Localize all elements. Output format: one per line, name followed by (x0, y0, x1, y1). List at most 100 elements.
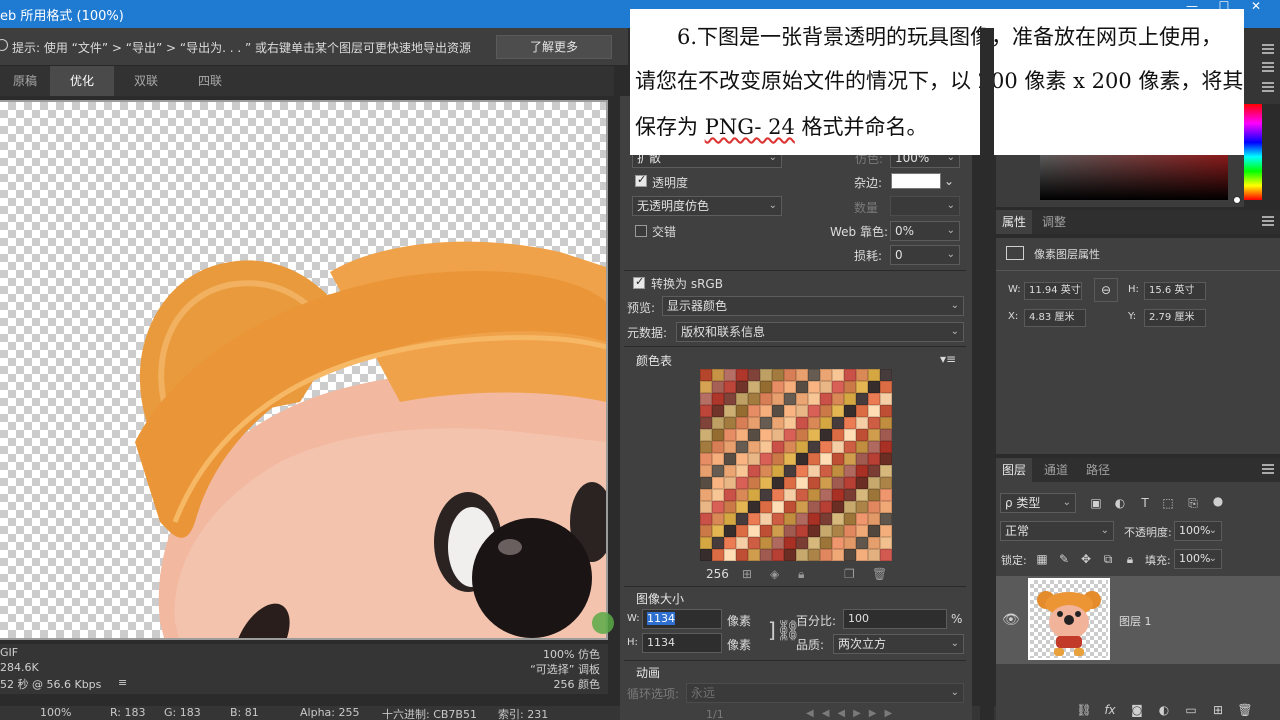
color-swatch[interactable] (832, 441, 844, 453)
fill-field[interactable]: 100% ⌄ (1174, 549, 1222, 569)
color-swatch[interactable] (724, 465, 736, 477)
color-swatch[interactable] (760, 549, 772, 561)
delete-layer-icon[interactable]: 🗑︎ (1237, 703, 1253, 717)
color-swatch[interactable] (760, 417, 772, 429)
color-swatch[interactable] (712, 525, 724, 537)
color-swatch[interactable] (880, 525, 892, 537)
color-swatch[interactable] (808, 417, 820, 429)
color-swatch[interactable] (844, 489, 856, 501)
link-layers-icon[interactable]: ⛓︎ (1076, 703, 1092, 717)
color-swatch[interactable] (700, 489, 712, 501)
color-swatch[interactable] (724, 429, 736, 441)
zoom-select[interactable]: 100% (40, 706, 71, 719)
color-swatch[interactable] (844, 501, 856, 513)
panel-menu-icon[interactable] (1262, 62, 1274, 72)
color-swatch[interactable] (724, 405, 736, 417)
color-swatch[interactable] (700, 525, 712, 537)
color-swatch[interactable] (856, 369, 868, 381)
color-swatch[interactable] (700, 417, 712, 429)
color-swatch[interactable] (700, 393, 712, 405)
color-swatch[interactable] (784, 525, 796, 537)
color-swatch[interactable] (808, 525, 820, 537)
srgb-checkbox[interactable] (633, 275, 645, 289)
properties-menu-icon[interactable] (1262, 216, 1274, 226)
color-swatch[interactable] (880, 369, 892, 381)
color-swatch[interactable] (856, 477, 868, 489)
color-swatch[interactable] (748, 465, 760, 477)
color-swatch[interactable] (712, 453, 724, 465)
color-swatch[interactable] (700, 429, 712, 441)
color-swatch[interactable] (772, 381, 784, 393)
color-swatch[interactable] (844, 513, 856, 525)
color-swatch[interactable] (748, 549, 760, 561)
color-swatch[interactable] (784, 405, 796, 417)
color-swatch[interactable] (724, 501, 736, 513)
color-swatch[interactable] (736, 405, 748, 417)
color-swatch[interactable] (856, 465, 868, 477)
color-swatch[interactable] (748, 537, 760, 549)
quality-select[interactable]: 两次立方 ⌄ (833, 634, 964, 654)
color-swatch[interactable] (844, 369, 856, 381)
color-swatch[interactable] (832, 501, 844, 513)
color-swatch[interactable] (700, 537, 712, 549)
color-swatch[interactable] (748, 501, 760, 513)
color-swatch[interactable] (700, 405, 712, 417)
color-swatch[interactable] (724, 537, 736, 549)
color-swatch[interactable] (712, 465, 724, 477)
picker-handle[interactable] (1233, 196, 1241, 204)
color-swatch[interactable] (820, 453, 832, 465)
color-swatch[interactable] (856, 525, 868, 537)
color-swatch[interactable] (784, 537, 796, 549)
color-swatch[interactable] (796, 405, 808, 417)
color-swatch[interactable] (700, 453, 712, 465)
prop-width-field[interactable]: 11.94 英寸 (1024, 282, 1082, 300)
color-swatch[interactable] (832, 417, 844, 429)
new-group-icon[interactable]: ▭ (1183, 703, 1199, 717)
color-swatch[interactable] (784, 513, 796, 525)
color-swatch[interactable] (772, 525, 784, 537)
color-swatch[interactable] (868, 453, 880, 465)
color-swatch[interactable] (880, 513, 892, 525)
color-swatch[interactable] (772, 549, 784, 561)
color-swatch[interactable] (796, 489, 808, 501)
color-swatch[interactable] (868, 513, 880, 525)
color-swatch[interactable] (880, 393, 892, 405)
tab-adjustments[interactable]: 调整 (1036, 210, 1072, 234)
color-swatch[interactable] (736, 381, 748, 393)
color-swatch[interactable] (712, 405, 724, 417)
color-swatch[interactable] (868, 369, 880, 381)
tab-4-up[interactable]: 四联 (178, 66, 242, 96)
color-swatch[interactable] (844, 525, 856, 537)
color-swatch[interactable] (748, 525, 760, 537)
color-swatch[interactable] (760, 489, 772, 501)
color-swatch[interactable] (748, 453, 760, 465)
color-swatch[interactable] (844, 465, 856, 477)
tab-optimized[interactable]: 优化 (50, 66, 114, 96)
color-swatch[interactable] (724, 417, 736, 429)
interlace-checkbox[interactable] (635, 225, 647, 237)
color-swatch[interactable] (856, 453, 868, 465)
color-swatch[interactable] (712, 381, 724, 393)
color-swatch[interactable] (856, 429, 868, 441)
color-swatch[interactable] (832, 381, 844, 393)
color-swatch[interactable] (784, 381, 796, 393)
color-swatch[interactable] (868, 465, 880, 477)
preview-select[interactable]: 显示器颜色 ⌄ (662, 296, 964, 316)
color-swatch[interactable] (748, 405, 760, 417)
color-swatch[interactable] (748, 393, 760, 405)
color-swatch[interactable] (700, 501, 712, 513)
color-swatch[interactable] (712, 429, 724, 441)
color-swatch[interactable] (760, 537, 772, 549)
color-swatch[interactable] (724, 525, 736, 537)
close-button[interactable]: ✕ (1240, 0, 1272, 14)
color-swatch[interactable] (844, 441, 856, 453)
color-swatch[interactable] (880, 381, 892, 393)
color-swatch[interactable] (868, 381, 880, 393)
transparency-checkbox[interactable] (635, 173, 647, 187)
color-table-menu-icon[interactable]: ▾≡ (940, 352, 956, 366)
color-swatch[interactable] (820, 441, 832, 453)
new-layer-icon[interactable]: ⊞ (1210, 703, 1226, 717)
color-swatch[interactable] (748, 489, 760, 501)
color-swatch[interactable] (880, 477, 892, 489)
color-swatch[interactable] (808, 381, 820, 393)
